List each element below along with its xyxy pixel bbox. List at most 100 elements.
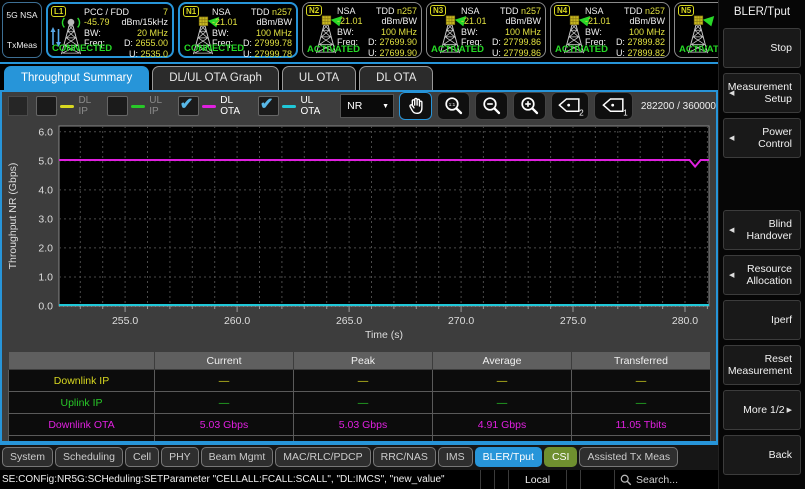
bottom-tab[interactable]: IMS	[438, 447, 473, 467]
sidebar-title: BLER/Tput	[719, 0, 805, 23]
marker-1-button[interactable]: 1	[594, 92, 632, 120]
marker-2-icon: 2	[555, 94, 585, 118]
header-peak: Peak	[294, 352, 433, 370]
zoom-in-button[interactable]	[513, 92, 546, 120]
cell-connection-status: ACTIVATED	[555, 44, 608, 55]
throughput-table: Current Peak Average Transferred Downlin…	[8, 351, 711, 443]
legend-line-swatch	[131, 105, 145, 108]
cell-status-box[interactable]: N3	[426, 2, 546, 58]
bottom-tab[interactable]: BLER/Tput	[475, 447, 542, 467]
value-current: —	[155, 370, 294, 392]
submenu-left-arrow-icon: ◀	[729, 226, 734, 234]
legend-checkbox[interactable]: ✔	[258, 96, 279, 116]
hand-icon	[405, 95, 427, 117]
svg-text:Throughput NR (Gbps): Throughput NR (Gbps)	[7, 163, 19, 270]
scpi-command-text: SE:CONFig:NR5G:SCHeduling:SETParameter "…	[0, 474, 480, 485]
softkey-sidebar: BLER/Tput ◀ Stop ▶ ◀ Measurement Setup ▶…	[718, 0, 805, 489]
sidebar-button[interactable]: ◀ Power Control ▶	[723, 118, 801, 158]
value-peak: —	[294, 370, 433, 392]
local-remote-indicator[interactable]: Local	[508, 470, 566, 489]
legend-checkbox[interactable]: ✔	[107, 96, 128, 116]
bottom-tab[interactable]: Beam Mgmt	[201, 447, 274, 467]
trace-select-dropdown[interactable]: NR ▼	[340, 94, 394, 118]
row-label: Uplink OTA	[9, 436, 155, 444]
sidebar-button[interactable]: ◀ Measurement Setup ▶	[723, 73, 801, 113]
sidebar-button[interactable]: ◀ Resource Allocation ▶	[723, 255, 801, 295]
svg-text:1: 1	[623, 109, 628, 118]
bottom-tab[interactable]: Scheduling	[55, 447, 123, 467]
legend-toolbar-row: ✔ DL IP ✔ UL IP ✔ DL OTA	[2, 92, 716, 120]
legend-line-swatch	[282, 105, 296, 108]
svg-text:2.0: 2.0	[38, 242, 53, 254]
main-tab[interactable]: UL OTA	[282, 66, 356, 90]
bottom-tab[interactable]: PHY	[161, 447, 199, 467]
cell-status-bar: 5G NSA TxMeas L1	[0, 0, 718, 62]
legend-item: ✔ UL OTA	[258, 95, 330, 117]
measurement-mode-label: TxMeas	[7, 40, 37, 50]
submenu-left-arrow-icon: ◀	[729, 134, 734, 142]
status-segment	[494, 470, 508, 489]
bottom-tab[interactable]: Assisted Tx Meas	[579, 447, 678, 467]
zoom-in-icon	[519, 95, 541, 117]
collapse-button[interactable]	[8, 96, 28, 116]
header-average: Average	[433, 352, 572, 370]
search-box[interactable]: Search...	[614, 470, 718, 489]
bottom-tab[interactable]: RRC/NAS	[373, 447, 436, 467]
cell-status-box[interactable]: N1	[178, 2, 298, 58]
technology-box[interactable]: 5G NSA TxMeas	[2, 2, 42, 58]
bottom-tab[interactable]: MAC/RLC/PDCP	[275, 447, 370, 467]
svg-text:255.0: 255.0	[112, 315, 138, 327]
value-average: —	[433, 392, 572, 414]
svg-text:3.0: 3.0	[38, 213, 53, 225]
header-transferred: Transferred	[572, 352, 711, 370]
main-tab[interactable]: DL/UL OTA Graph	[152, 66, 279, 90]
status-bar: SE:CONFig:NR5G:SCHeduling:SETParameter "…	[0, 470, 718, 489]
zoom-reset-button[interactable]: 1:1	[437, 92, 470, 120]
legend-item: ✔ DL IP	[36, 95, 99, 117]
status-segment	[580, 470, 614, 489]
value-current: 33.61 Mbps	[155, 436, 294, 444]
sidebar-button[interactable]: ◀ Stop ▶	[723, 28, 801, 68]
submenu-left-arrow-icon: ◀	[729, 271, 734, 279]
legend-label: UL IP	[149, 95, 170, 117]
check-icon: ✔	[260, 94, 273, 114]
legend-checkbox[interactable]: ✔	[36, 96, 57, 116]
app-window: 5G NSA TxMeas L1	[0, 0, 805, 489]
marker-2-button[interactable]: 2	[551, 92, 589, 120]
main-tab-strip: Throughput Summary DL/UL OTA Graph UL OT…	[0, 64, 718, 90]
svg-text:275.0: 275.0	[560, 315, 586, 327]
sidebar-button[interactable]: ◀ Blind Handover ▶	[723, 210, 801, 250]
value-current: 5.03 Gbps	[155, 414, 294, 436]
pan-tool-button[interactable]	[399, 92, 432, 120]
svg-text:265.0: 265.0	[336, 315, 362, 327]
status-segment	[480, 470, 494, 489]
cell-status-box[interactable]: N2	[302, 2, 422, 58]
sidebar-button[interactable]: ◀ Reset Measurement ▶	[723, 345, 801, 385]
bottom-tab[interactable]: System	[2, 447, 53, 467]
legend-item: ✔ DL OTA	[178, 95, 250, 117]
cell-status-box[interactable]: N4	[550, 2, 670, 58]
cell-connection-status: ACTIVATED	[431, 44, 484, 55]
throughput-chart[interactable]: 0.01.02.03.04.05.06.0255.0260.0265.0270.…	[2, 122, 716, 347]
sidebar-button[interactable]: ◀ Iperf ▶	[723, 300, 801, 340]
sidebar-button[interactable]: ◀ More 1/2 ▶	[723, 390, 801, 430]
bottom-tab[interactable]: Cell	[125, 447, 159, 467]
lte-signal-arcs-icon	[62, 18, 79, 28]
cell-connection-status: CONNECTED	[52, 43, 112, 54]
svg-text:4.0: 4.0	[38, 184, 53, 196]
submenu-right-arrow-icon: ▶	[787, 406, 792, 414]
bottom-tab[interactable]: CSI	[544, 447, 578, 467]
cell-status-box[interactable]: L1	[46, 2, 174, 58]
legend-checkbox[interactable]: ✔	[178, 96, 199, 116]
row-label: Downlink IP	[9, 370, 155, 392]
value-current: —	[155, 392, 294, 414]
main-tab[interactable]: DL OTA	[359, 66, 433, 90]
svg-text:1:1: 1:1	[448, 102, 455, 107]
main-tab[interactable]: Throughput Summary	[4, 66, 149, 90]
cell-connection-status: CONNECTED	[184, 43, 244, 54]
cell-status-box[interactable]: N5	[674, 2, 718, 58]
zoom-out-button[interactable]	[475, 92, 508, 120]
sidebar-button[interactable]: ◀ Back ▶	[723, 435, 801, 475]
value-peak: —	[294, 392, 433, 414]
table-row: Uplink IP — — — —	[9, 392, 711, 414]
